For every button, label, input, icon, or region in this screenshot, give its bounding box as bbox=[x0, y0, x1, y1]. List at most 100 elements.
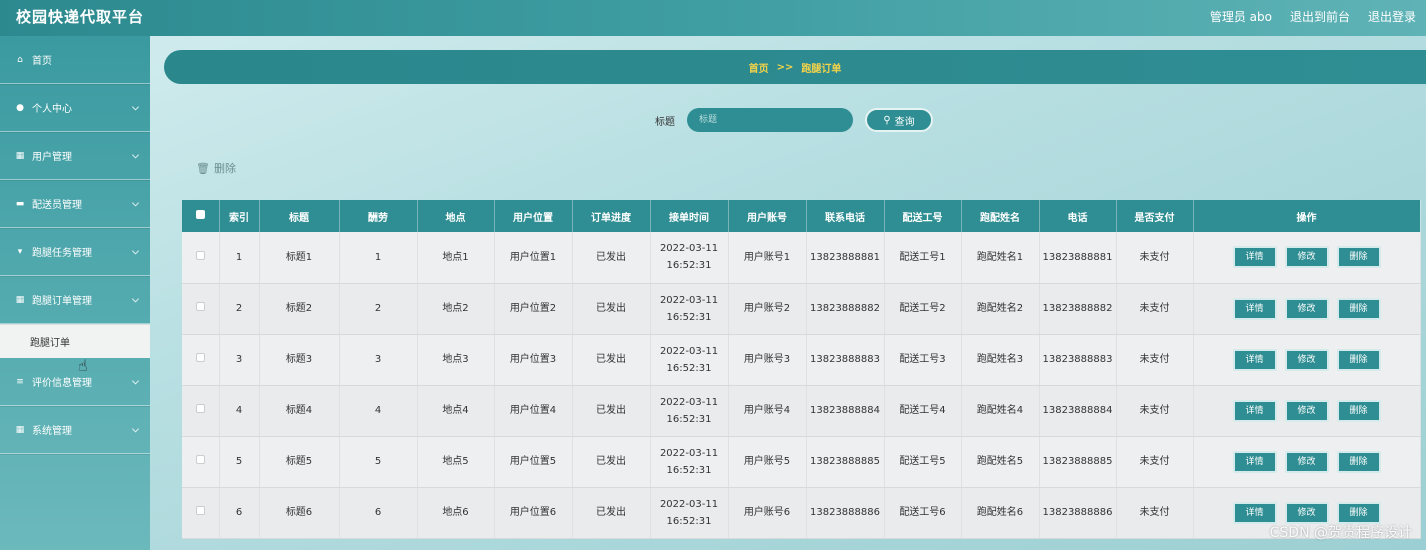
table-cell: 未支付 bbox=[1116, 436, 1194, 488]
table-cell: 已发出 bbox=[572, 283, 651, 335]
edit-button[interactable]: 修改 bbox=[1284, 348, 1329, 371]
app-title: 校园快递代取平台 bbox=[16, 8, 145, 26]
row-checkbox[interactable] bbox=[195, 455, 205, 464]
row-select-cell[interactable] bbox=[182, 334, 220, 386]
table-cell: 未支付 bbox=[1116, 385, 1194, 437]
delete-button[interactable]: 删除 bbox=[1336, 297, 1381, 320]
sidebar: ⌂ 首页 ● 个人中心 ▦ 用户管理 ▬ 配送员管理 ▾ 跑腿任务管理 ▦ 跑腿… bbox=[0, 36, 150, 550]
select-all-checkbox[interactable] bbox=[195, 210, 205, 219]
sidebar-item-order-management[interactable]: ▦ 跑腿订单管理 bbox=[0, 276, 150, 324]
table-cell: 13823888884 bbox=[1039, 385, 1117, 437]
grid-icon: ▦ bbox=[15, 150, 25, 161]
table-cell: 地点4 bbox=[417, 385, 495, 437]
row-actions: 详情 修改 删除 bbox=[1193, 385, 1421, 437]
sidebar-item-task-management[interactable]: ▾ 跑腿任务管理 bbox=[0, 228, 150, 276]
sidebar-item-label: 跑腿订单管理 bbox=[32, 296, 92, 307]
detail-button[interactable]: 详情 bbox=[1232, 297, 1277, 320]
row-checkbox[interactable] bbox=[195, 302, 205, 311]
exit-to-front-link[interactable]: 退出到前台 bbox=[1290, 8, 1350, 25]
row-checkbox[interactable] bbox=[195, 250, 205, 260]
sidebar-item-system-management[interactable]: ▦ 系统管理 bbox=[0, 406, 150, 454]
delete-button[interactable]: 删除 bbox=[1336, 399, 1381, 422]
column-header: 是否支付 bbox=[1116, 200, 1194, 232]
edit-button[interactable]: 修改 bbox=[1284, 450, 1329, 473]
sidebar-subitem-orders[interactable]: 跑腿订单 bbox=[0, 324, 150, 358]
row-select-cell[interactable] bbox=[182, 283, 220, 335]
detail-button[interactable]: 详情 bbox=[1232, 348, 1277, 371]
table-cell: 已发出 bbox=[572, 334, 651, 386]
admin-user-link[interactable]: 管理员 abo bbox=[1210, 8, 1272, 25]
detail-button[interactable]: 详情 bbox=[1232, 501, 1277, 524]
column-header: 用户账号 bbox=[728, 200, 807, 232]
briefcase-icon: ▬ bbox=[15, 198, 25, 209]
table-cell: 跑配姓名1 bbox=[961, 232, 1040, 284]
sidebar-subitem-label: 跑腿订单 bbox=[30, 337, 70, 349]
detail-button[interactable]: 详情 bbox=[1232, 246, 1277, 269]
table-cell: 13823888883 bbox=[806, 334, 885, 386]
table-body: 1 标题1 1 地点1 用户位置1 已发出 2022-03-11 16:52:31 用户账号1… bbox=[182, 232, 1421, 539]
table-cell: 用户账号2 bbox=[728, 283, 807, 335]
delete-button[interactable]: 删除 bbox=[1336, 501, 1381, 524]
table-cell: 3 bbox=[339, 334, 418, 386]
table-cell: 地点3 bbox=[417, 334, 495, 386]
column-header: 接单时间 bbox=[650, 200, 729, 232]
sidebar-item-label: 配送员管理 bbox=[32, 200, 82, 211]
table-cell: 跑配姓名4 bbox=[961, 385, 1040, 437]
table-cell: 2022-03-11 16:52:31 bbox=[650, 232, 729, 284]
list-icon: ≡ bbox=[16, 376, 24, 387]
row-actions: 详情 修改 删除 bbox=[1193, 436, 1421, 488]
table-cell: 配送工号4 bbox=[884, 385, 962, 437]
row-select-cell[interactable] bbox=[182, 436, 220, 488]
column-header: 电话 bbox=[1039, 200, 1117, 232]
chevron-down-icon bbox=[131, 102, 140, 111]
sidebar-item-courier-management[interactable]: ▬ 配送员管理 bbox=[0, 180, 150, 228]
edit-button[interactable]: 修改 bbox=[1284, 501, 1329, 524]
table-cell: 2022-03-11 16:52:31 bbox=[650, 334, 729, 386]
search-input[interactable] bbox=[687, 108, 853, 132]
delete-button[interactable]: 删除 bbox=[1336, 348, 1381, 371]
select-all-cell[interactable] bbox=[182, 200, 220, 232]
table-cell: 跑配姓名3 bbox=[961, 334, 1040, 386]
sidebar-item-user-management[interactable]: ▦ 用户管理 bbox=[0, 132, 150, 180]
table-cell: 已发出 bbox=[572, 436, 651, 488]
bulk-delete-label: 删除 bbox=[213, 162, 236, 175]
table-cell: 标题3 bbox=[259, 334, 340, 386]
table-cell: 5 bbox=[339, 436, 418, 488]
table-cell: 标题4 bbox=[259, 385, 340, 437]
sidebar-item-personal-center[interactable]: ● 个人中心 bbox=[0, 84, 150, 132]
table-cell: 未支付 bbox=[1116, 232, 1194, 284]
edit-button[interactable]: 修改 bbox=[1284, 297, 1329, 320]
row-select-cell[interactable] bbox=[182, 487, 220, 539]
row-actions: 详情 修改 删除 bbox=[1193, 487, 1421, 539]
row-checkbox[interactable] bbox=[195, 506, 205, 515]
bulk-delete-button[interactable]: 🗑 删除 bbox=[196, 160, 236, 176]
sidebar-item-label: 用户管理 bbox=[32, 152, 72, 163]
table-header-row: 索引 标题 酬劳 地点 用户位置 订单进度 接单时间 用户账号 联系电话 配送工… bbox=[182, 200, 1421, 232]
row-select-cell[interactable] bbox=[182, 232, 220, 284]
table-cell: 地点6 bbox=[417, 487, 495, 539]
chevron-down-icon bbox=[131, 294, 140, 303]
task-icon: ▾ bbox=[17, 246, 23, 257]
search-label: 标题 bbox=[655, 116, 675, 128]
table-cell: 13823888885 bbox=[806, 436, 885, 488]
delete-button[interactable]: 删除 bbox=[1336, 450, 1381, 473]
sidebar-item-home[interactable]: ⌂ 首页 bbox=[0, 36, 150, 84]
row-checkbox[interactable] bbox=[195, 353, 205, 362]
logout-link[interactable]: 退出登录 bbox=[1368, 8, 1416, 25]
detail-button[interactable]: 详情 bbox=[1232, 450, 1277, 473]
table-cell: 13823888883 bbox=[1039, 334, 1117, 386]
column-header: 索引 bbox=[219, 200, 260, 232]
table-cell: 用户位置1 bbox=[494, 232, 573, 284]
breadcrumb-home[interactable]: 首页 bbox=[749, 60, 769, 75]
sidebar-item-label: 首页 bbox=[32, 56, 52, 67]
sidebar-item-review-management[interactable]: ≡ 评价信息管理 bbox=[0, 358, 150, 406]
column-header: 订单进度 bbox=[572, 200, 651, 232]
row-checkbox[interactable] bbox=[195, 404, 205, 413]
delete-button[interactable]: 删除 bbox=[1336, 246, 1381, 269]
detail-button[interactable]: 详情 bbox=[1232, 399, 1277, 422]
table-cell: 地点1 bbox=[417, 232, 495, 284]
edit-button[interactable]: 修改 bbox=[1284, 399, 1329, 422]
search-button[interactable]: ⚲ 查询 bbox=[865, 108, 933, 132]
row-select-cell[interactable] bbox=[182, 385, 220, 437]
edit-button[interactable]: 修改 bbox=[1284, 246, 1329, 269]
